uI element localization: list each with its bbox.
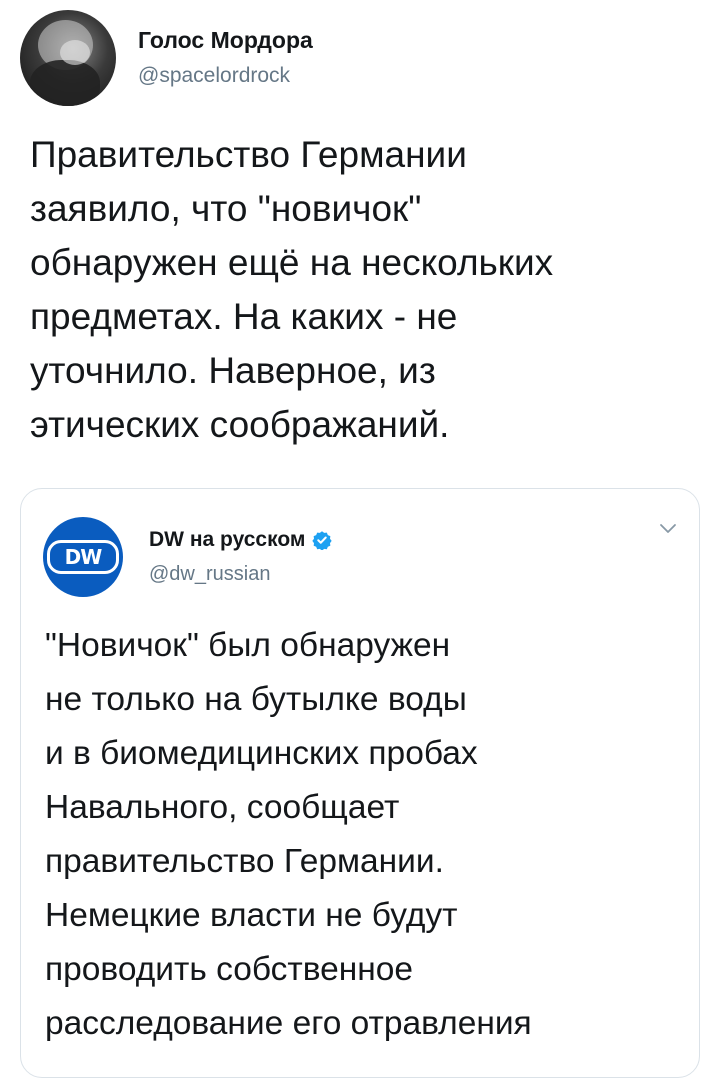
quoted-name-row: DW на русском: [149, 526, 333, 554]
chevron-down-icon[interactable]: [659, 523, 677, 535]
author-name[interactable]: Голос Мордора: [138, 25, 313, 55]
dw-logo-avatar[interactable]: DW: [43, 517, 123, 597]
quoted-author-name[interactable]: DW на русском: [149, 526, 305, 554]
tweet-text: Правительство Германии заявило, что "нов…: [30, 134, 554, 445]
tweet-author[interactable]: Голос Мордора @spacelordrock: [20, 8, 313, 108]
quoted-tweet-author[interactable]: DW DW на русском @dw_russian: [43, 517, 333, 597]
quoted-tweet-card[interactable]: DW DW на русском @dw_russian "Новичок" б…: [20, 488, 700, 1078]
author-handle[interactable]: @spacelordrock: [138, 61, 313, 91]
quoted-tweet-text: "Новичок" был обнаружен не только на бут…: [45, 627, 532, 1042]
dw-logo-text: DW: [47, 540, 119, 574]
quoted-author-names: DW на русском @dw_russian: [149, 526, 333, 588]
author-names: Голос Мордора @spacelordrock: [138, 25, 313, 91]
author-avatar[interactable]: [20, 10, 116, 106]
quoted-author-handle[interactable]: @dw_russian: [149, 560, 332, 588]
verified-badge-icon: [312, 531, 333, 550]
tweet: Голос Мордора @spacelordrock Правительст…: [0, 0, 720, 1078]
